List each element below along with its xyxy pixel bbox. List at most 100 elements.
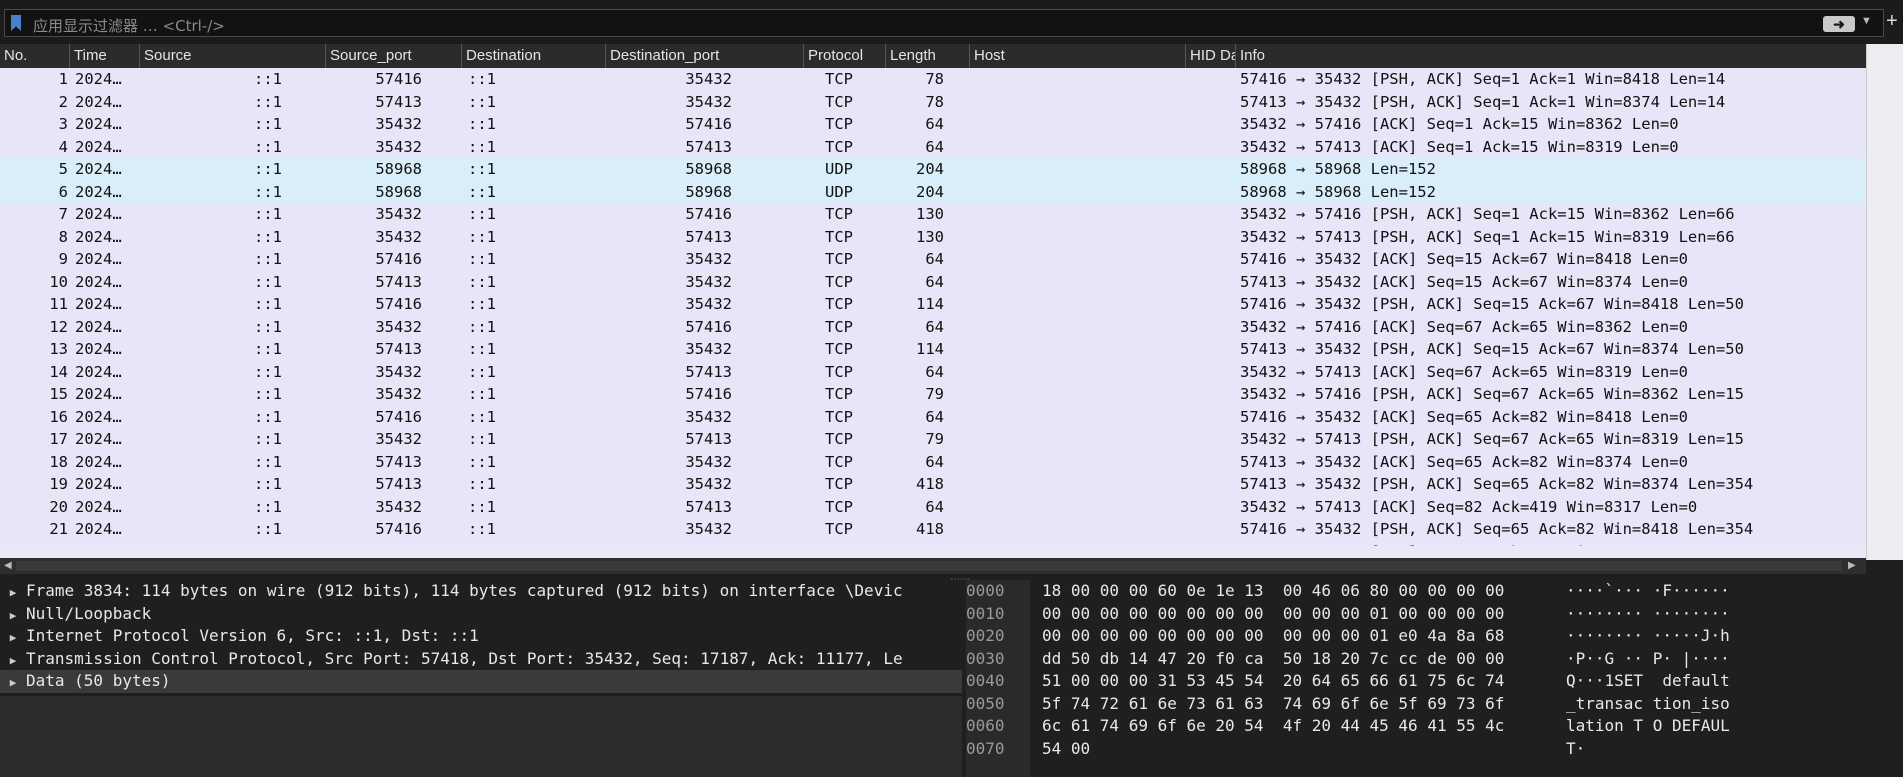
packet-row[interactable]: 8 2024…::1 35432::1 57413 TCP 130 35432 → 5741… xyxy=(0,225,1866,248)
byte-offset: 0010 xyxy=(966,603,1005,623)
expand-icon[interactable]: ▶ xyxy=(0,582,26,603)
packet-destination-port: 57413 xyxy=(685,227,732,246)
column-no[interactable]: No. xyxy=(0,44,70,68)
column-info[interactable]: Info xyxy=(1236,44,1866,68)
column-host[interactable]: Host xyxy=(970,44,1186,68)
expand-icon[interactable]: ▶ xyxy=(0,627,26,648)
hex-line[interactable]: 18 00 00 00 60 0e 1e 13 00 46 06 80 00 0… xyxy=(1042,580,1504,603)
hex-line[interactable]: 54 00 xyxy=(1042,738,1504,761)
column-destination-port[interactable]: Destination_port xyxy=(606,44,804,68)
horizontal-scrollbar[interactable]: ◀ ▶ xyxy=(0,558,1866,574)
packet-length: 79 xyxy=(925,430,944,448)
scroll-right-icon[interactable]: ▶ xyxy=(1848,558,1856,574)
detail-ipv6[interactable]: ▶ Internet Protocol Version 6, Src: ::1, … xyxy=(0,625,962,648)
column-hid-data[interactable]: HID Da xyxy=(1186,44,1236,68)
ascii-line[interactable]: ········ ·····J·h xyxy=(1566,625,1730,648)
scrollbar-thumb[interactable] xyxy=(16,561,1842,571)
column-time[interactable]: Time xyxy=(70,44,140,68)
packet-destination-port: 57416 xyxy=(560,541,732,547)
packet-destination: ::1 xyxy=(468,430,496,448)
scroll-left-icon[interactable]: ◀ xyxy=(4,558,12,574)
apply-filter-arrow-icon[interactable]: ➜ xyxy=(1823,16,1855,32)
packet-row[interactable]: 21 2024…::1 57416::1 35432 TCP 418 57416 → 354… xyxy=(0,518,1866,541)
ascii-line[interactable]: ·P··G ·· P· |···· xyxy=(1566,648,1730,671)
column-destination[interactable]: Destination xyxy=(462,44,606,68)
packet-row[interactable]: 1 2024…::1 57416::1 35432 TCP 78 57416 → 35432… xyxy=(0,68,1866,91)
packet-length: 418 xyxy=(916,475,944,493)
hex-line[interactable]: dd 50 db 14 47 20 f0 ca 50 18 20 7c cc d… xyxy=(1042,648,1504,671)
detail-frame[interactable]: ▶ Frame 3834: 114 bytes on wire (912 bits… xyxy=(0,580,962,603)
packet-length: 204 xyxy=(916,182,944,201)
hex-line[interactable]: 51 00 00 00 31 53 45 54 20 64 65 66 61 7… xyxy=(1042,670,1504,693)
packet-destination: ::1 xyxy=(468,272,496,291)
ascii-dump[interactable]: ····`··· ·F······ ········ ········ ······… xyxy=(1566,580,1730,760)
packet-row[interactable]: 20 2024…::1 35432::1 57413 TCP 64 35432 → 5741… xyxy=(0,495,1866,518)
hex-dump[interactable]: 18 00 00 00 60 0e 1e 13 00 46 06 80 00 0… xyxy=(1042,580,1504,760)
detail-null-loopback[interactable]: ▶ Null/Loopback xyxy=(0,603,962,626)
bookmark-icon[interactable] xyxy=(11,15,21,31)
packet-length: 79 xyxy=(925,385,944,403)
ascii-line[interactable]: ····`··· ·F······ xyxy=(1566,580,1730,603)
packet-no: 8 xyxy=(58,227,68,246)
display-filter-input[interactable]: 应用显示过滤器 … <Ctrl-/> ➜ ▼ xyxy=(4,9,1884,37)
ascii-line[interactable]: T· xyxy=(1566,738,1730,761)
packet-row[interactable]: 4 2024…::1 35432::1 57413 TCP 64 35432 → 57413… xyxy=(0,135,1866,158)
packet-row[interactable]: 11 2024…::1 57416::1 35432 TCP 114 57416 → 354… xyxy=(0,293,1866,316)
expand-icon[interactable]: ▶ xyxy=(0,650,26,671)
hex-line[interactable]: 00 00 00 00 00 00 00 00 00 00 00 01 00 0… xyxy=(1042,603,1504,626)
packet-row[interactable]: 18 2024…::1 57413::1 35432 TCP 64 57413 → 3543… xyxy=(0,450,1866,473)
hex-line[interactable]: 00 00 00 00 00 00 00 00 00 00 00 01 e0 4… xyxy=(1042,625,1504,648)
filter-history-dropdown-icon[interactable]: ▼ xyxy=(1861,15,1872,27)
packet-row[interactable]: 13 2024…::1 57413::1 35432 TCP 114 57413 → 354… xyxy=(0,338,1866,361)
packet-length: 64 xyxy=(925,317,944,336)
hex-line[interactable]: 5f 74 72 61 6e 73 61 63 74 69 6f 6e 5f 6… xyxy=(1042,693,1504,716)
packet-row[interactable]: 17 2024…::1 35432::1 57413 TCP 79 35432 → 5741… xyxy=(0,428,1866,451)
packet-length: 64 xyxy=(925,497,944,516)
packet-destination: ::1 xyxy=(468,227,496,246)
packet-row[interactable]: 19 2024…::1 57413::1 35432 TCP 418 57413 → 354… xyxy=(0,473,1866,496)
packet-row[interactable]: 222024…::135432::157416TCP6435432 → 5741… xyxy=(0,540,1866,547)
packet-row[interactable]: 2 2024…::1 57413::1 35432 TCP 78 57413 → 35432… xyxy=(0,90,1866,113)
packet-row[interactable]: 15 2024…::1 35432::1 57416 TCP 79 35432 → 5741… xyxy=(0,383,1866,406)
packet-no: 22 xyxy=(0,541,68,547)
packet-destination: ::1 xyxy=(468,340,496,358)
packet-destination-port: 35432 xyxy=(685,272,732,291)
packet-no: 10 xyxy=(49,272,68,291)
column-protocol[interactable]: Protocol xyxy=(804,44,886,68)
packet-row[interactable]: 14 2024…::1 35432::1 57413 TCP 64 35432 → 5741… xyxy=(0,360,1866,383)
packet-row[interactable]: 10 2024…::1 57413::1 35432 TCP 64 57413 → 3543… xyxy=(0,270,1866,293)
packet-info: 57416 → 35432 [PSH, ACK] Seq=15 Ack=67 W… xyxy=(1240,295,1744,313)
packet-row[interactable]: 6 2024…::1 58968::1 58968 UDP 204 58968 → 5896… xyxy=(0,180,1866,203)
packet-length: 64 xyxy=(925,407,944,426)
packet-row[interactable]: 5 2024…::1 58968::1 58968 UDP 204 58968 → 5896… xyxy=(0,158,1866,181)
expand-icon[interactable]: ▶ xyxy=(0,672,26,693)
packet-time: 2024… xyxy=(75,115,122,133)
expand-icon[interactable]: ▶ xyxy=(0,605,26,626)
add-filter-button[interactable]: + xyxy=(1886,10,1898,32)
vertical-scrollbar[interactable] xyxy=(1866,44,1903,560)
packet-source: ::1 xyxy=(254,70,282,88)
packet-row[interactable]: 12 2024…::1 35432::1 57416 TCP 64 35432 → 5741… xyxy=(0,315,1866,338)
packet-no: 1 xyxy=(58,70,68,88)
column-source[interactable]: Source xyxy=(140,44,326,68)
packet-destination: ::1 xyxy=(468,475,496,493)
ascii-line[interactable]: lation T O DEFAUL xyxy=(1566,715,1730,738)
ascii-line[interactable]: Q···1SET default xyxy=(1566,670,1730,693)
packet-source-port: 35432 xyxy=(375,430,422,448)
column-length[interactable]: Length xyxy=(886,44,970,68)
detail-tcp[interactable]: ▶ Transmission Control Protocol, Src Port… xyxy=(0,648,962,671)
ascii-line[interactable]: _transac tion_iso xyxy=(1566,693,1730,716)
hex-line[interactable]: 6c 61 74 69 6f 6e 20 54 4f 20 44 45 46 4… xyxy=(1042,715,1504,738)
column-source-port[interactable]: Source_port xyxy=(326,44,462,68)
packet-destination-port: 58968 xyxy=(685,182,732,201)
packet-row[interactable]: 7 2024…::1 35432::1 57416 TCP 130 35432 → 5741… xyxy=(0,203,1866,226)
packet-length: 64 xyxy=(888,541,944,547)
packet-destination-port: 35432 xyxy=(685,70,732,88)
packet-rows: 1 2024…::1 57416::1 35432 TCP 78 57416 → 35432… xyxy=(0,68,1866,546)
packet-row[interactable]: 3 2024…::1 35432::1 57416 TCP 64 35432 → 57416… xyxy=(0,113,1866,136)
ascii-line[interactable]: ········ ········ xyxy=(1566,603,1730,626)
packet-row[interactable]: 9 2024…::1 57416::1 35432 TCP 64 57416 → 35432… xyxy=(0,248,1866,271)
detail-data[interactable]: ▶ Data (50 bytes) xyxy=(0,670,962,693)
packet-info: 35432 → 57413 [ACK] Seq=67 Ack=65 Win=83… xyxy=(1240,362,1688,381)
packet-row[interactable]: 16 2024…::1 57416::1 35432 TCP 64 57416 → 3543… xyxy=(0,405,1866,428)
